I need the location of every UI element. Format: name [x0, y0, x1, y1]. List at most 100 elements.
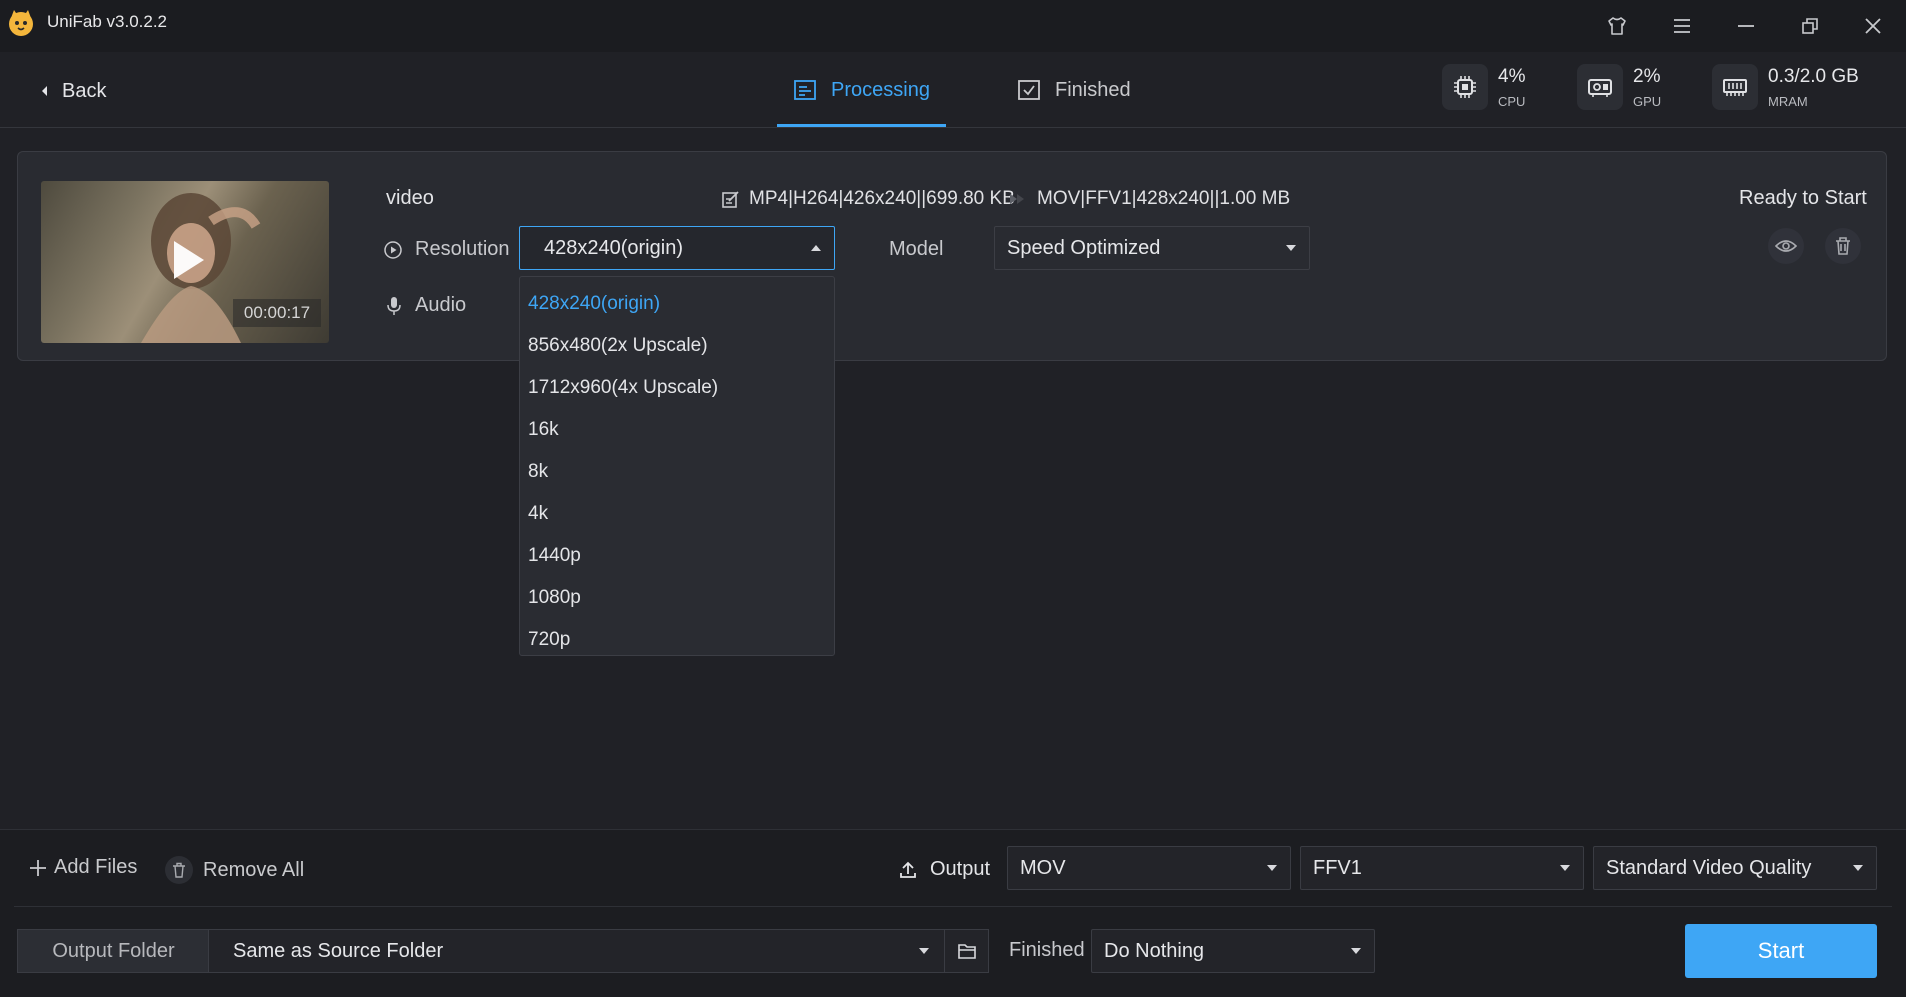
cpu-value: 4% — [1498, 66, 1526, 87]
gpu-stat: 2% GPU — [1577, 64, 1661, 118]
model-label: Model — [889, 238, 944, 260]
caret-up-icon — [811, 245, 821, 251]
video-duration: 00:00:17 — [233, 299, 321, 327]
output-label-group: Output — [898, 858, 990, 881]
audio-row-label: Audio — [385, 294, 466, 317]
resolution-option[interactable]: 1080p — [520, 577, 834, 619]
gpu-icon — [1577, 64, 1623, 110]
tab-processing-label: Processing — [831, 78, 930, 101]
finished-action-label: Finished — [1009, 939, 1085, 961]
codec-value: FFV1 — [1313, 856, 1362, 879]
memory-icon — [1712, 64, 1758, 110]
codec-select[interactable]: FFV1 — [1300, 846, 1584, 890]
resolution-dropdown: 428x240(origin) 856x480(2x Upscale) 1712… — [519, 276, 835, 656]
add-files-button[interactable]: Add Files — [28, 856, 137, 879]
start-button[interactable]: Start — [1685, 924, 1877, 978]
remove-all-button[interactable]: Remove All — [165, 856, 304, 884]
caret-down-icon — [1853, 865, 1863, 871]
quality-value: Standard Video Quality — [1606, 856, 1812, 879]
delete-task-button[interactable] — [1825, 228, 1861, 264]
caret-down-icon — [1267, 865, 1277, 871]
model-select[interactable]: Speed Optimized — [994, 226, 1310, 270]
active-tab-indicator — [777, 124, 946, 127]
resolution-row-label: Resolution — [383, 238, 510, 261]
upload-icon — [900, 861, 916, 878]
resolution-option[interactable]: 856x480(2x Upscale) — [520, 325, 834, 367]
resolution-option[interactable]: 720p — [520, 619, 834, 661]
remove-all-label: Remove All — [203, 858, 305, 881]
preview-button[interactable] — [1768, 228, 1804, 264]
task-status: Ready to Start — [1739, 187, 1867, 209]
eye-icon — [1775, 240, 1797, 252]
finished-check-icon — [1018, 80, 1040, 100]
file-name: video — [386, 187, 434, 209]
caret-down-icon — [1351, 948, 1361, 954]
caret-down-icon — [919, 948, 929, 954]
memory-stat: 0.3/2.0 GB MRAM — [1712, 64, 1859, 118]
resolution-select-value: 428x240(origin) — [544, 236, 683, 259]
processing-list-icon — [794, 80, 816, 100]
caret-left-icon — [42, 86, 47, 96]
trash-icon — [165, 856, 193, 884]
bottom-divider — [14, 906, 1892, 907]
finished-action-select[interactable]: Do Nothing — [1091, 929, 1375, 973]
resolution-option[interactable]: 4k — [520, 493, 834, 535]
video-thumbnail[interactable]: 00:00:17 — [41, 181, 329, 343]
hamburger-menu-icon — [1674, 19, 1690, 33]
cpu-label: CPU — [1498, 94, 1526, 109]
output-format-select[interactable]: MOV — [1007, 846, 1291, 890]
memory-value: 0.3/2.0 GB — [1768, 66, 1859, 87]
caret-down-icon — [1560, 865, 1570, 871]
back-label: Back — [62, 79, 107, 102]
source-info: MP4|H264|426x240||699.80 KB — [721, 188, 1015, 210]
resolution-option[interactable]: 16k — [520, 409, 834, 451]
resolution-option[interactable]: 1440p — [520, 535, 834, 577]
output-folder-value: Same as Source Folder — [233, 939, 444, 962]
resolution-option[interactable]: 428x240(origin) — [520, 283, 834, 325]
play-icon[interactable] — [168, 238, 208, 282]
source-info-text: MP4|H264|426x240||699.80 KB — [749, 188, 1015, 209]
cpu-icon — [1442, 64, 1488, 110]
minimize-button[interactable] — [1730, 10, 1762, 42]
gpu-label: GPU — [1633, 94, 1662, 109]
output-format-value: MOV — [1020, 856, 1066, 879]
plus-icon — [30, 859, 46, 876]
shirt-icon — [1608, 17, 1626, 35]
browse-folder-button[interactable] — [944, 929, 989, 973]
target-info: MOV|FFV1|428x240||1.00 MB — [1037, 188, 1291, 209]
microphone-icon — [387, 296, 401, 315]
resolution-play-circle-icon — [384, 240, 402, 259]
app-title: UniFab v3.0.2.2 — [47, 12, 168, 31]
resolution-option[interactable]: 8k — [520, 451, 834, 493]
add-files-label: Add Files — [54, 856, 138, 878]
close-icon — [1865, 18, 1881, 34]
cpu-stat: 4% CPU — [1442, 64, 1525, 118]
edit-info-icon — [722, 191, 739, 208]
tab-processing[interactable]: Processing — [793, 74, 930, 106]
output-folder-select[interactable]: Same as Source Folder — [208, 929, 945, 973]
caret-down-icon — [1286, 245, 1296, 251]
resolution-select[interactable]: 428x240(origin) — [519, 226, 835, 270]
resolution-label: Resolution — [415, 238, 510, 260]
finished-action-value: Do Nothing — [1104, 939, 1205, 962]
back-button[interactable]: Back — [40, 78, 106, 104]
output-folder-label: Output Folder — [17, 929, 209, 973]
restore-button[interactable] — [1794, 10, 1826, 42]
audio-label: Audio — [415, 294, 467, 316]
folder-icon — [957, 944, 976, 959]
output-label: Output — [930, 858, 991, 880]
minimize-icon — [1738, 25, 1754, 27]
close-button[interactable] — [1857, 10, 1889, 42]
gpu-value: 2% — [1633, 66, 1661, 87]
resolution-option[interactable]: 1712x960(4x Upscale) — [520, 367, 834, 409]
tab-finished[interactable]: Finished — [1017, 74, 1131, 106]
model-select-value: Speed Optimized — [1007, 236, 1161, 259]
trash-icon — [1836, 237, 1850, 255]
menu-button[interactable] — [1666, 10, 1698, 42]
restore-icon — [1802, 18, 1818, 34]
quality-select[interactable]: Standard Video Quality — [1593, 846, 1877, 890]
convert-arrow-icon — [1009, 192, 1027, 206]
memory-label: MRAM — [1768, 94, 1808, 109]
skin-shirt-button[interactable] — [1601, 10, 1633, 42]
tab-finished-label: Finished — [1055, 78, 1131, 101]
